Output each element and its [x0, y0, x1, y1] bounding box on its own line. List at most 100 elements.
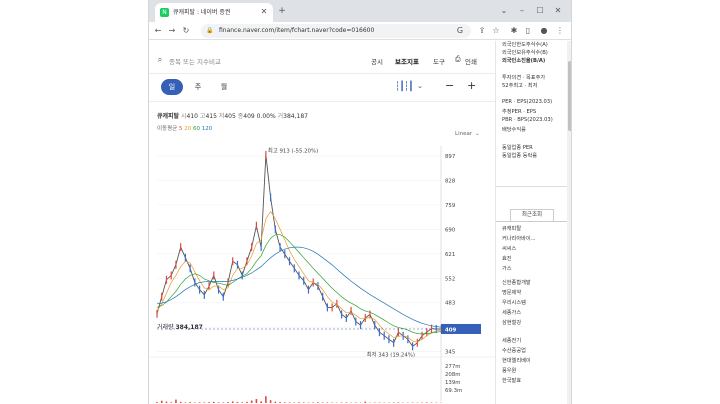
invest-opinion-row: 투자의견 · 목표주가 [502, 75, 546, 81]
ma-period-120[interactable]: 120 [202, 126, 213, 132]
period-day-tab[interactable]: 일 [161, 79, 183, 95]
price-tick-8: 345 [445, 350, 455, 356]
period-selector: 일 주 월 ┆┃┆┃ ⌄ − + [149, 79, 495, 97]
volume-bar-9 [198, 402, 201, 403]
volume-bar-1 [160, 400, 163, 403]
ma-period-5[interactable]: 5 [179, 126, 183, 132]
page-scrollbar[interactable] [567, 41, 571, 404]
zoom-in-button[interactable]: + [467, 79, 476, 92]
chart-toolbar: ⌕ 종목 또는 지수비교 공시 보조지표 도구 ⎙ 인쇄 [149, 51, 495, 69]
volume-bars-layer [149, 356, 495, 403]
menu-kebab-icon[interactable]: ⋮ [555, 26, 565, 36]
ma-legend: 이동평균 5 20 60 120 [157, 124, 212, 132]
chevron-down-icon[interactable]: ⌄ [475, 131, 480, 137]
tab-bar: N 큐캐피탈 : 네이버 증권 ✕ + ⌄ – ☐ ✕ [149, 0, 571, 22]
recent-item-a-4[interactable]: 가스 [502, 265, 512, 272]
price-tick-6: 483 [445, 301, 455, 307]
printer-icon: ⎙ [455, 55, 461, 63]
recent-item-b-3[interactable]: 세종가스 [502, 309, 521, 316]
volume-bar-18 [241, 402, 243, 403]
price-tick-4: 621 [445, 252, 455, 258]
price-tick-1: 828 [445, 178, 456, 184]
ma-period-20[interactable]: 20 [184, 126, 191, 132]
extensions-icon[interactable]: ✱ [509, 26, 519, 36]
url-text: finance.naver.com/item/fchart.naver?code… [219, 27, 375, 34]
recent-item-c-3[interactable]: 풍우원 [502, 367, 516, 374]
open-value: 410 [186, 113, 198, 120]
recent-item-b-0[interactable]: 신한종합개발 [502, 279, 531, 286]
volume-bar-3 [170, 402, 172, 403]
profile-avatar[interactable]: ● [539, 26, 549, 36]
indicators-button[interactable]: 보조지표 [395, 56, 419, 66]
compare-search-input[interactable]: 종목 또는 지수비교 [169, 56, 221, 66]
recent-item-a-3[interactable]: 효진 [502, 255, 512, 262]
period-month-tab[interactable]: 월 [213, 79, 235, 95]
minimize-icon[interactable]: – [517, 6, 527, 16]
ma-period-60[interactable]: 60 [193, 126, 200, 132]
bookmark-star-icon[interactable]: ☆ [491, 26, 501, 36]
recent-item-a-1[interactable]: 커나리아바이... [502, 235, 536, 242]
volume-tick-1: 208m [445, 372, 461, 378]
recent-item-c-1[interactable]: 수산중공업 [502, 347, 526, 354]
series-line-2 [156, 234, 442, 335]
scrollbar-thumb[interactable] [568, 61, 571, 131]
period-week-tab[interactable]: 주 [187, 79, 209, 95]
share-icon[interactable]: ⇪ [477, 26, 487, 36]
recent-item-b-2[interactable]: 우리시스템 [502, 299, 526, 306]
recent-item-a-2[interactable]: 씨씨스 [502, 245, 516, 252]
volume-bar-24 [269, 400, 272, 403]
close-tab-icon[interactable]: ✕ [259, 7, 269, 17]
volume-bar-5 [179, 401, 182, 403]
volume-bar-51 [397, 402, 400, 403]
foreign-limit-row: 외국인한도주식수(A) [502, 42, 548, 48]
volume-bar-40 [345, 402, 348, 403]
google-icon[interactable]: G [455, 26, 465, 36]
change-value: 0.00% [256, 113, 276, 120]
price-tick-0: 897 [445, 154, 455, 160]
recent-item-c-2[interactable]: 현대엘리베이 [502, 357, 531, 364]
recent-item-c-0[interactable]: 세종전기 [502, 337, 521, 344]
volume-tick-2: 139m [445, 380, 461, 386]
tools-button[interactable]: 도구 [433, 56, 445, 66]
new-tab-button[interactable]: + [277, 6, 287, 16]
maximize-icon[interactable]: ☐ [535, 6, 545, 16]
volume-bar-13 [217, 402, 220, 403]
stock-name: 큐캐피탈 [157, 113, 180, 120]
candlestick-type-icon[interactable]: ┆┃┆┃ [395, 82, 414, 92]
recent-item-c-4[interactable]: 한국발효 [502, 377, 521, 384]
recent-views-tab[interactable]: 최근조회 [510, 209, 554, 221]
price-chart[interactable]: 897828759690621552483414345 409최고 913 (-… [149, 141, 495, 404]
volume-axis: 277m 208m 139m 69.3m [445, 364, 462, 394]
volume-bar-10 [203, 402, 206, 403]
url-field[interactable]: 🔒 finance.naver.com/item/fchart.naver?co… [201, 24, 471, 38]
notice-button[interactable]: 공시 [371, 56, 383, 66]
volume-current: 384,187 [175, 324, 203, 331]
scale-mode-select[interactable]: Linear [455, 131, 472, 137]
chevron-down-icon[interactable]: ⌄ [417, 82, 423, 90]
reload-icon[interactable]: ↻ [181, 26, 191, 36]
est-per-row: 추정PER · EPS [502, 109, 537, 115]
dividend-row: 배당수익률 [502, 127, 526, 133]
lock-icon: 🔒 [206, 27, 214, 34]
print-button[interactable]: 인쇄 [465, 56, 477, 66]
tab-title: 큐캐피탈 : 네이버 증권 [173, 9, 231, 16]
low-value: 405 [224, 113, 236, 120]
close-window-icon[interactable]: ✕ [553, 6, 563, 16]
recent-item-b-1[interactable]: 명문제약 [502, 289, 521, 296]
address-bar-row: ← → ↻ 🔒 finance.naver.com/item/fchart.na… [149, 22, 571, 40]
price-tick-3: 690 [445, 227, 456, 233]
back-icon[interactable]: ← [153, 26, 163, 36]
forward-icon[interactable]: → [167, 26, 177, 36]
chevron-down-icon[interactable]: ⌄ [499, 6, 509, 16]
volume-bar-7 [189, 402, 191, 403]
volume-bar-14 [222, 402, 225, 403]
zoom-out-button[interactable]: − [445, 79, 454, 92]
browser-tab[interactable]: N 큐캐피탈 : 네이버 증권 ✕ [155, 3, 273, 22]
recent-item-b-4[interactable]: 삼현철강 [502, 319, 521, 326]
price-tick-5: 552 [445, 276, 455, 282]
pbr-bps-row: PBR · BPS(2023.03) [502, 117, 553, 123]
sidepanel-icon[interactable]: ▯ [523, 26, 533, 36]
recent-item-a-0[interactable]: 큐캐피탈 [502, 225, 521, 232]
volume-bar-30 [298, 402, 300, 403]
divider [149, 73, 495, 74]
